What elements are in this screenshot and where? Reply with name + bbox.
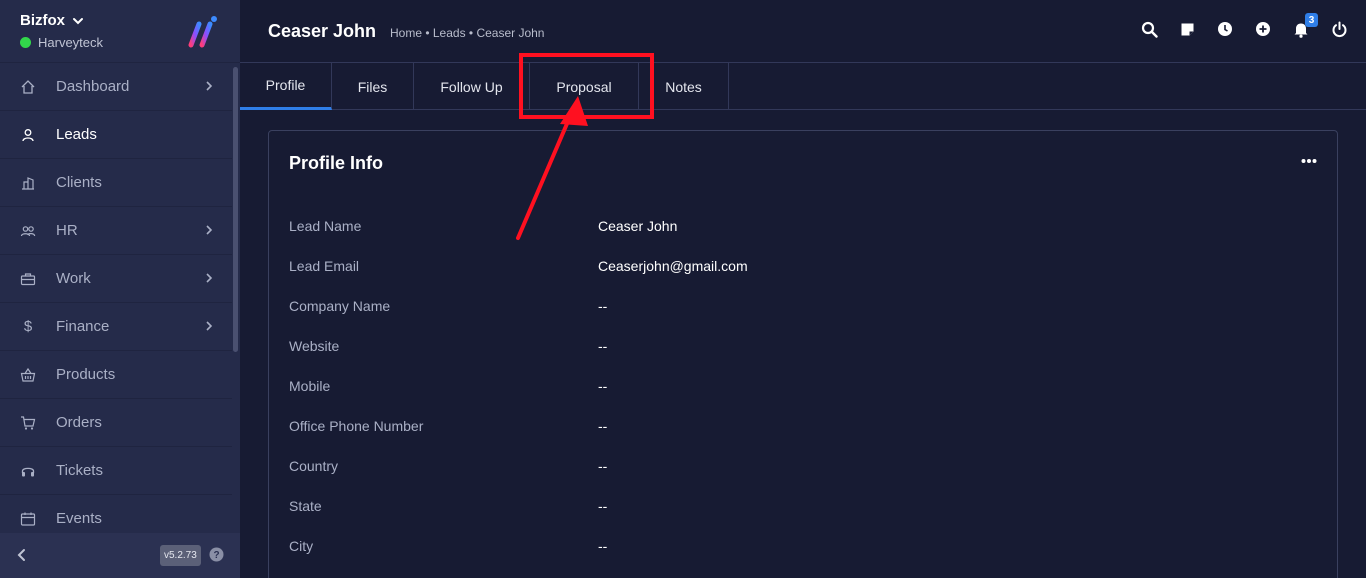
more-options-icon[interactable] bbox=[1301, 157, 1317, 165]
sidebar-item-label: Work bbox=[56, 270, 91, 287]
info-label: Company Name bbox=[289, 298, 391, 314]
sidebar-item-leads[interactable]: Leads bbox=[0, 111, 232, 159]
breadcrumb[interactable]: Home • Leads • Ceaser John bbox=[390, 26, 544, 40]
svg-text:?: ? bbox=[213, 550, 219, 561]
lead-tabs: Profile Files Follow Up Proposal Notes bbox=[240, 63, 1366, 110]
sidebar-footer: v5.2.73 ? bbox=[0, 533, 240, 578]
info-row-company-name: Company Name -- bbox=[289, 298, 1309, 318]
clock-icon[interactable] bbox=[1216, 20, 1234, 38]
chevron-right-icon bbox=[206, 225, 213, 235]
info-label: Lead Email bbox=[289, 258, 360, 274]
info-row-city: City -- bbox=[289, 538, 1309, 558]
tab-label: Files bbox=[357, 78, 388, 95]
info-label: City bbox=[289, 538, 314, 554]
info-row-lead-name: Lead Name Ceaser John bbox=[289, 218, 1309, 238]
sidebar-scrollbar[interactable] bbox=[232, 63, 240, 533]
sidebar-scrollbar-thumb[interactable] bbox=[233, 67, 238, 352]
chevron-right-icon bbox=[206, 81, 213, 91]
info-label: State bbox=[289, 498, 322, 514]
sidebar-item-label: Leads bbox=[56, 126, 97, 143]
profile-info-card: Profile Info Lead Name Ceaser John Lead … bbox=[268, 130, 1338, 578]
sidebar: Bizfox Harveyteck Dashboard Leads Client… bbox=[0, 0, 240, 578]
home-icon bbox=[20, 79, 36, 95]
info-label: Mobile bbox=[289, 378, 331, 394]
sidebar-item-finance[interactable]: $ Finance bbox=[0, 303, 232, 351]
info-value: -- bbox=[598, 538, 608, 554]
tab-profile[interactable]: Profile bbox=[240, 63, 332, 110]
sidebar-item-hr[interactable]: HR bbox=[0, 207, 232, 255]
user-icon bbox=[20, 127, 36, 143]
sidebar-item-label: Events bbox=[56, 510, 102, 527]
info-value: -- bbox=[598, 458, 608, 474]
help-icon[interactable]: ? bbox=[209, 547, 224, 562]
headset-icon bbox=[20, 463, 36, 479]
card-title: Profile Info bbox=[289, 153, 383, 173]
tab-label: Profile bbox=[265, 77, 306, 93]
info-row-country: Country -- bbox=[289, 458, 1309, 478]
dollar-icon: $ bbox=[23, 318, 33, 335]
chevron-down-icon bbox=[73, 17, 83, 24]
info-label: Office Phone Number bbox=[289, 418, 424, 434]
tab-label: Notes bbox=[665, 78, 702, 95]
power-icon[interactable] bbox=[1330, 20, 1348, 38]
info-row-lead-email: Lead Email Ceaserjohn@gmail.com bbox=[289, 258, 1309, 278]
sidebar-item-label: Finance bbox=[56, 318, 110, 335]
calendar-icon bbox=[20, 511, 36, 527]
sidebar-item-label: Products bbox=[56, 366, 116, 383]
sidebar-item-work[interactable]: Work bbox=[0, 255, 232, 303]
cart-icon bbox=[20, 415, 36, 431]
brand-name: Bizfox bbox=[20, 12, 65, 29]
sidebar-item-label: Dashboard bbox=[56, 78, 130, 95]
info-value: -- bbox=[598, 338, 608, 354]
sidebar-item-label: Clients bbox=[56, 174, 102, 191]
notification-bell-icon[interactable]: 3 bbox=[1292, 13, 1318, 38]
briefcase-icon bbox=[20, 271, 36, 287]
info-row-state: State -- bbox=[289, 498, 1309, 518]
tab-files[interactable]: Files bbox=[332, 63, 414, 110]
info-row-mobile: Mobile -- bbox=[289, 378, 1309, 398]
sidebar-nav: Dashboard Leads Clients HR Work $ Financ… bbox=[0, 63, 232, 533]
info-value: -- bbox=[598, 498, 608, 514]
chevron-right-icon bbox=[206, 321, 213, 331]
sidebar-item-tickets[interactable]: Tickets bbox=[0, 447, 232, 495]
online-status-dot bbox=[20, 37, 31, 48]
info-label: Country bbox=[289, 458, 339, 474]
tab-label: Follow Up bbox=[440, 78, 503, 95]
building-icon bbox=[20, 175, 36, 191]
sidebar-item-label: HR bbox=[56, 222, 78, 239]
info-value: -- bbox=[598, 378, 608, 394]
sidebar-item-dashboard[interactable]: Dashboard bbox=[0, 63, 232, 111]
sidebar-item-products[interactable]: Products bbox=[0, 351, 232, 399]
notification-count-badge: 3 bbox=[1305, 13, 1318, 27]
search-icon[interactable] bbox=[1140, 20, 1158, 38]
sidebar-item-label: Tickets bbox=[56, 462, 103, 479]
add-circle-icon[interactable] bbox=[1254, 20, 1272, 38]
sidebar-item-events[interactable]: Events bbox=[0, 495, 232, 533]
basket-icon bbox=[20, 367, 36, 383]
collapse-sidebar-icon[interactable] bbox=[14, 547, 30, 563]
info-row-office-phone: Office Phone Number -- bbox=[289, 418, 1309, 438]
info-row-website: Website -- bbox=[289, 338, 1309, 358]
annotation-arrow bbox=[516, 96, 588, 240]
workspace-name: Harveyteck bbox=[38, 35, 104, 50]
info-label: Lead Name bbox=[289, 218, 362, 234]
sidebar-item-label: Orders bbox=[56, 414, 102, 431]
page-header: Ceaser John Home • Leads • Ceaser John 3 bbox=[240, 0, 1366, 63]
version-badge: v5.2.73 bbox=[160, 545, 201, 566]
chevron-right-icon bbox=[206, 273, 213, 283]
info-value: -- bbox=[598, 418, 608, 434]
app-logo-icon[interactable] bbox=[186, 14, 220, 48]
sidebar-item-orders[interactable]: Orders bbox=[0, 399, 232, 447]
info-value: Ceaser John bbox=[598, 218, 678, 234]
info-value: -- bbox=[598, 298, 608, 314]
page-title: Ceaser John bbox=[268, 21, 377, 41]
info-value: Ceaserjohn@gmail.com bbox=[598, 258, 748, 274]
sticky-note-icon[interactable] bbox=[1178, 20, 1196, 38]
sidebar-item-clients[interactable]: Clients bbox=[0, 159, 232, 207]
header-actions: 3 bbox=[1140, 13, 1348, 38]
info-label: Website bbox=[289, 338, 340, 354]
users-icon bbox=[20, 223, 36, 239]
brand-header: Bizfox Harveyteck bbox=[0, 0, 240, 63]
